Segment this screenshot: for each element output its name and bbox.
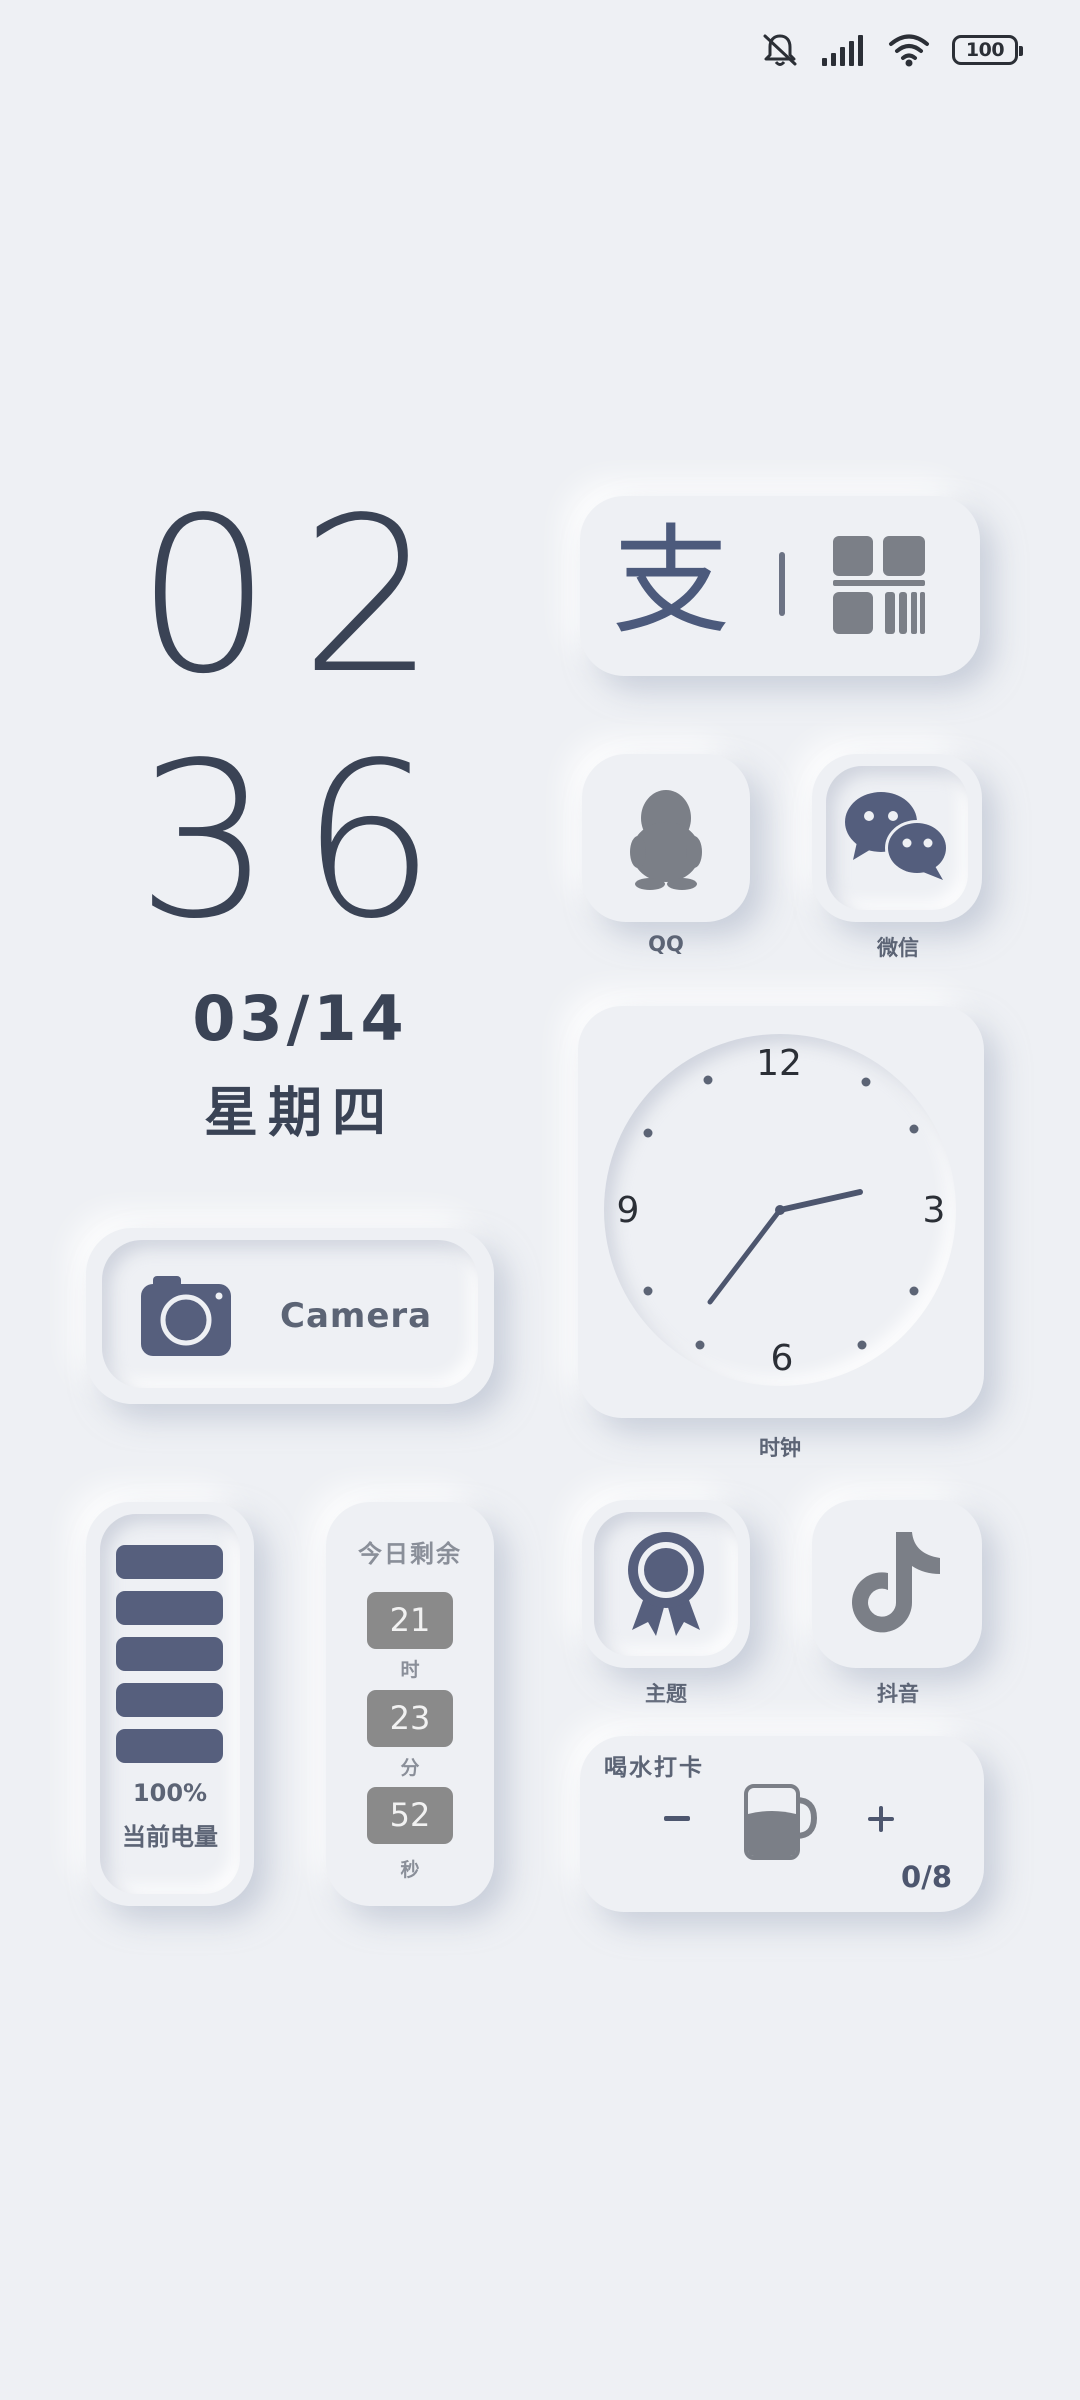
battery-level-text: 100 — [965, 39, 1005, 61]
clock-numeral-9: 9 — [616, 1190, 640, 1231]
camera-label: Camera — [280, 1296, 433, 1336]
battery-segment — [116, 1683, 223, 1717]
battery-percent: 100% — [132, 1779, 208, 1807]
status-bar: 100 — [760, 28, 1023, 72]
countdown-minutes-unit: 分 — [400, 1757, 420, 1779]
water-plus-button[interactable] — [868, 1806, 894, 1832]
water-title: 喝水打卡 — [604, 1755, 704, 1781]
weekday-text: 星期四 — [204, 1081, 396, 1144]
clock-numeral-12: 12 — [756, 1043, 802, 1084]
douyin-icon — [850, 1532, 946, 1640]
theme-label: 主题 — [645, 1682, 687, 1706]
minute-hand — [707, 1207, 783, 1305]
countdown-seconds: 52 — [367, 1787, 453, 1844]
clock-dial — [643, 1075, 919, 1350]
qq-label: QQ — [648, 932, 684, 956]
alipay-divider — [779, 552, 785, 616]
alipay-logo: 支 — [612, 512, 731, 650]
countdown-seconds-unit: 秒 — [400, 1859, 420, 1881]
water-minus-button[interactable] — [664, 1816, 690, 1821]
battery-label: 当前电量 — [122, 1823, 218, 1851]
date-text: 03/14 — [192, 982, 408, 1055]
water-cup-icon — [744, 1784, 818, 1864]
countdown-minutes: 23 — [367, 1690, 453, 1747]
battery-segment — [116, 1729, 223, 1763]
qr-code-icon[interactable] — [833, 536, 925, 638]
home-screen: 100 02 36 03/14 星期四 支 QQ 微信 12 3 6 9 时钟 … — [0, 0, 1080, 2400]
countdown-hours-unit: 时 — [400, 1659, 420, 1681]
countdown-hours: 21 — [367, 1592, 453, 1649]
battery-segment — [116, 1545, 223, 1579]
clock-numeral-6: 6 — [770, 1338, 794, 1379]
mute-bell-icon — [760, 30, 800, 70]
award-ribbon-icon — [616, 1530, 716, 1644]
clock-minute: 36 — [135, 717, 465, 966]
wechat-label: 微信 — [877, 936, 919, 960]
clock-numeral-3: 3 — [922, 1190, 946, 1231]
douyin-label: 抖音 — [877, 1682, 919, 1706]
clock-hour: 02 — [135, 472, 465, 721]
signal-icon — [822, 34, 866, 66]
wifi-icon — [888, 33, 930, 67]
battery-icon: 100 — [952, 35, 1023, 65]
qq-penguin-icon — [614, 786, 718, 894]
battery-segment — [116, 1637, 223, 1671]
water-count: 0/8 — [901, 1860, 952, 1894]
camera-icon — [141, 1276, 231, 1360]
clock-label: 时钟 — [759, 1436, 801, 1460]
wechat-icon — [843, 790, 953, 884]
countdown-title: 今日剩余 — [358, 1540, 462, 1568]
battery-segment — [116, 1591, 223, 1625]
hour-hand — [777, 1189, 863, 1213]
